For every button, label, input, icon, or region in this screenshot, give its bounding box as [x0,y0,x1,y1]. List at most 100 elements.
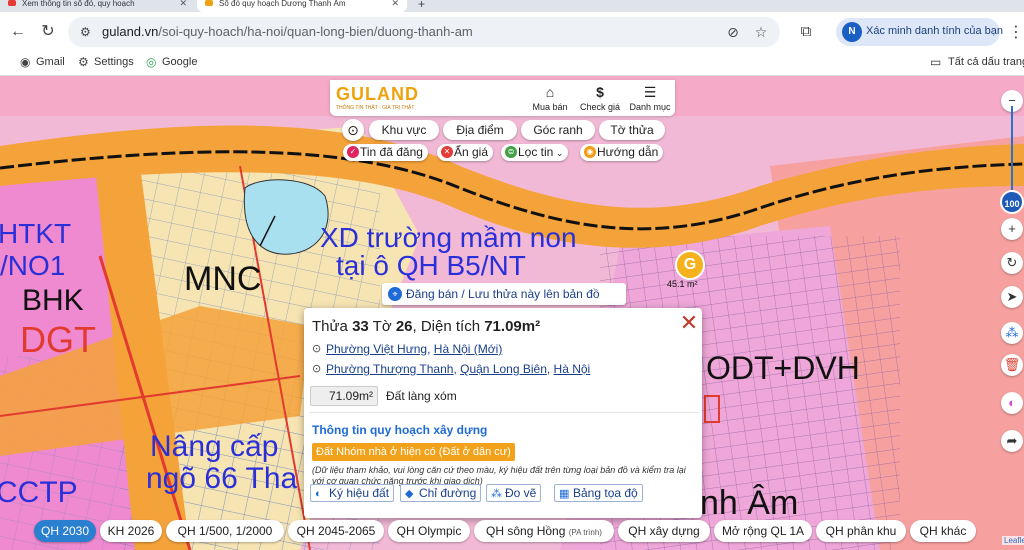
layer-qh-phan-khu[interactable]: QH phân khu [816,520,906,542]
parcel-title: Thửa 33 Tờ 26, Diện tích 71.09m² [312,318,541,335]
posted-listings-toggle[interactable]: ✓ Tin đã đăng [343,144,428,161]
locate-me-icon[interactable]: ⊙ [342,119,364,141]
verify-identity-button[interactable]: N Xác minh danh tính của bạn [836,18,1003,46]
tab-strip: Xem thông tin sổ đỏ, quy hoạch ✕ Sổ đỏ q… [0,0,1024,12]
zoom-slider-track[interactable] [1011,106,1013,194]
layer-kh-2026[interactable]: KH 2026 [100,520,162,542]
layer-qh-1-500[interactable]: QH 1/500, 1/2000 [166,520,284,542]
browser-tab-active[interactable]: Sổ đỏ quy hoạch Dương Thanh Âm ✕ [197,0,407,12]
layer-mo-rong-ql1a[interactable]: Mở rộng QL 1A [714,520,812,542]
favicon-icon [205,0,213,6]
bookmarks-bar: ◉ Gmail ⚙ Settings ◎ Google ▭ Tất cả dấu tra… [0,52,1024,76]
layer-qh-khac[interactable]: QH khác [910,520,976,542]
map-label: ngõ 66 Tha [146,462,298,495]
zoom-level-handle[interactable]: 100 [1000,190,1024,214]
location-pin-icon: ⌖ [388,287,402,301]
tab-dia-diem[interactable]: Địa điểm [443,120,517,140]
trash-icon[interactable]: 🗑 [1001,354,1023,376]
coordinate-table-button[interactable]: ▦ Bảng tọa độ [554,484,643,502]
guland-logo[interactable]: GULAND THÔNG TIN THẬT - GIÁ TRỊ THẬT [336,84,428,112]
favicon-icon [8,0,16,6]
leaflet-attribution[interactable]: Leaflet [1002,536,1024,545]
land-use-type: Đất làng xóm [386,389,457,403]
gear-icon: ⚙ [78,55,89,69]
refresh-icon[interactable]: ↻ [1001,252,1023,274]
profile-badge-icon: N [842,22,862,42]
filter-listings-dropdown[interactable]: ⊜ Lọc tin ⌄ [501,144,569,161]
url-text: guland.vn/soi-quy-hoach/ha-noi/quan-long… [102,24,473,39]
close-tab-icon[interactable]: ✕ [179,0,187,8]
tab-khu-vuc[interactable]: Khu vực [369,120,439,140]
city-link[interactable]: Hà Nội (Mới) [434,342,503,356]
guide-icon: ◉ [584,146,596,158]
all-bookmarks[interactable]: ▭ Tất cả dấu trang [930,55,1024,69]
post-parcel-button[interactable]: ⌖ Đăng bán / Lưu thửa này lên bản đồ [382,283,626,305]
ward-link[interactable]: Phường Thượng Thanh [326,362,453,376]
buy-sell-button[interactable]: ⌂ Mua bán [528,84,572,112]
bookmark-gmail[interactable]: ◉ Gmail [20,55,65,69]
map-label: BHK [22,284,84,317]
menu-button[interactable]: ☰ Danh mục [628,84,672,112]
palette-icon[interactable]: ◐ [1001,392,1023,414]
divider [310,412,698,413]
hide-icon: ✕ [441,146,453,158]
palette-icon: ◐ [315,488,322,500]
folder-icon: ▭ [930,55,942,69]
layer-qh-olympic[interactable]: QH Olympic [388,520,470,542]
map-pin-icon: ⊙ [312,363,322,375]
menu-icon: ☰ [643,84,657,100]
measure-tool-icon[interactable]: ⁂ [1001,322,1023,344]
filter-icon: ⊜ [505,146,517,158]
listing-icon: ✓ [347,146,359,158]
guland-marker-icon: G [675,250,705,280]
extensions-icon[interactable]: ⧉ [796,22,816,42]
share-icon[interactable]: ➦ [1001,430,1023,452]
tab-title: Xem thông tin sổ đỏ, quy hoạch [22,0,135,8]
map-label: Nâng cấp [150,430,279,463]
listing-marker[interactable]: G 45.1 m² [667,250,707,289]
bookmark-settings[interactable]: ⚙ Settings [78,55,134,69]
tab-goc-ranh[interactable]: Góc ranh [521,120,595,140]
planning-section-title: Thông tin quy hoạch xây dựng [312,423,488,437]
guide-button[interactable]: ◉ Hướng dẫn [580,144,664,161]
district-link[interactable]: Quận Long Biên [460,362,547,376]
hide-price-toggle[interactable]: ✕ Ẩn giá [437,144,494,161]
house-icon: ⌂ [545,84,555,100]
site-info-icon[interactable]: ⚙ [80,24,96,40]
star-icon[interactable]: ☆ [752,23,770,41]
browser-toolbar: ← ↻ ⚙ guland.vn/soi-quy-hoach/ha-noi/qua… [0,12,1024,52]
close-tab-icon[interactable]: ✕ [391,0,399,8]
measure-button[interactable]: ⁂ Đo vẽ [486,484,542,502]
close-popup-icon[interactable]: ✕ [679,312,699,334]
layer-qh-2030[interactable]: QH 2030 [34,520,96,542]
browser-tab[interactable]: Xem thông tin sổ đỏ, quy hoạch ✕ [0,0,195,12]
browser-menu-icon[interactable]: ⋮ [1008,22,1024,42]
land-symbol-button[interactable]: ◐ Ký hiệu đất [310,484,395,502]
tab-title: Sổ đỏ quy hoạch Dương Thanh Âm [219,0,346,8]
zoom-in-button[interactable]: + [1001,218,1023,240]
land-category-badge: Đất Nhóm nhà ở hiện có (Đất ở dân cư) [312,443,515,461]
address-bar[interactable]: ⚙ guland.vn/soi-quy-hoach/ha-noi/quan-lo… [68,17,780,47]
tab-to-thua[interactable]: Tờ thửa [599,120,665,140]
map-label: CCTP [0,476,78,509]
navigate-icon[interactable]: ➤ [1001,286,1023,308]
back-icon[interactable]: ← [8,22,28,42]
eye-off-icon[interactable]: ⊘ [724,23,742,41]
check-price-button[interactable]: $ Check giá [578,84,622,112]
chevron-down-icon: ⌄ [553,148,564,158]
ward-link[interactable]: Phường Việt Hưng [326,342,427,356]
address-new: ⊙ Phường Việt Hưng, Hà Nội (Mới) [312,342,503,356]
measure-icon: ⁂ [491,488,502,500]
reload-icon[interactable]: ↻ [38,22,58,42]
city-link[interactable]: Hà Nội [554,362,591,376]
guland-header: GULAND THÔNG TIN THẬT - GIÁ TRỊ THẬT ⌂ M… [330,80,675,116]
new-tab-icon[interactable]: + [418,0,425,11]
google-icon: ◎ [146,55,157,69]
map-label: XD trường mầm non [320,222,577,253]
layer-qh-xay-dung[interactable]: QH xây dựng [618,520,710,542]
layer-qh-2045[interactable]: QH 2045-2065 [288,520,384,542]
layer-qh-song-hong[interactable]: QH sông Hồng (PA trình) [474,520,614,542]
directions-button[interactable]: ◆ Chỉ đường [400,484,482,502]
bookmark-google[interactable]: ◎ Google [146,55,197,69]
verify-label: Xác minh danh tính của bạn [866,25,1003,37]
